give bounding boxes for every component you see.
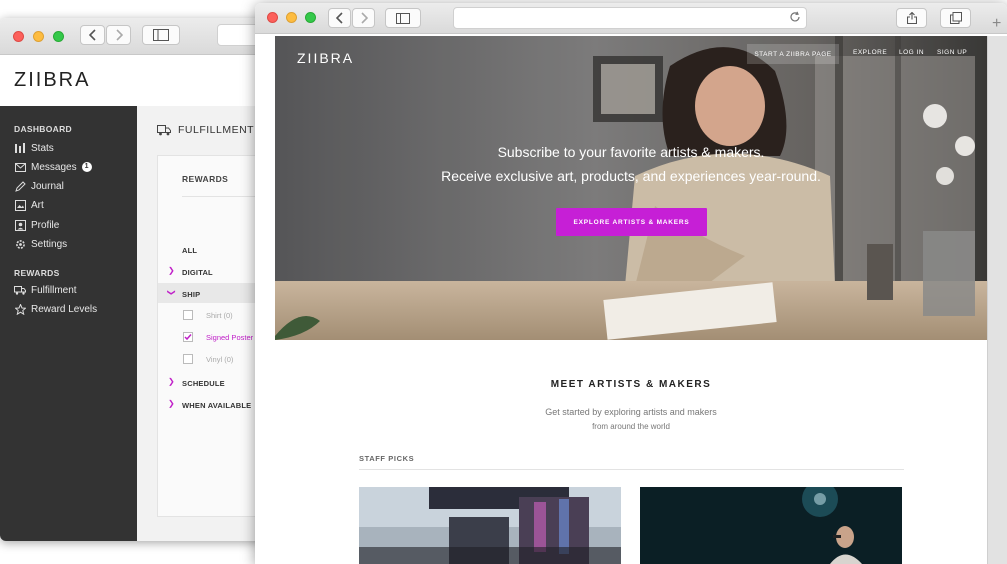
minimize-window-button[interactable]	[286, 12, 297, 23]
sidebar-item-label: Messages	[31, 161, 77, 173]
share-icon	[906, 12, 917, 24]
sidebar-item-reward-levels[interactable]: Reward Levels	[14, 301, 97, 317]
sidebar-toggle-button[interactable]	[142, 25, 180, 45]
sidebar-item-journal[interactable]: Journal	[14, 178, 64, 194]
back-button[interactable]	[328, 8, 351, 28]
sidebar-item-messages[interactable]: Messages 1	[14, 159, 92, 175]
star-icon	[14, 303, 26, 315]
zoom-window-button[interactable]	[305, 12, 316, 23]
journal-icon	[14, 180, 26, 192]
sidebar-item-art[interactable]: Art	[14, 197, 44, 213]
chevron-left-icon	[88, 29, 96, 41]
truck-icon	[157, 124, 171, 136]
sidebar-item-label: Reward Levels	[31, 303, 98, 315]
section-title: MEET ARTISTS & MAKERS	[550, 379, 712, 390]
address-bar[interactable]	[453, 7, 807, 29]
hero-headline-2: Receive exclusive art, products, and exp…	[441, 168, 821, 184]
nav-login-link[interactable]: LOG IN	[899, 49, 924, 56]
ship-item-vinyl: Vinyl (0)	[206, 355, 234, 364]
forward-button[interactable]	[106, 25, 131, 45]
filter-ship[interactable]: SHIP	[182, 290, 200, 299]
back-button[interactable]	[80, 25, 105, 45]
minimize-window-button[interactable]	[33, 31, 44, 42]
site-titlebar	[255, 3, 1007, 34]
sidebar-item-label: Profile	[31, 219, 60, 231]
sidebar-item-settings[interactable]: Settings	[14, 236, 67, 252]
message-count-badge: 1	[81, 162, 92, 172]
dashboard-sidebar: DASHBOARD Stats Messages 1 Journal Art P…	[0, 106, 137, 541]
panel-title: REWARDS	[182, 174, 229, 184]
sidebar-item-label: Fulfillment	[31, 284, 77, 296]
truck-icon	[14, 285, 26, 295]
sidebar-item-stats[interactable]: Stats	[14, 140, 54, 156]
reload-icon[interactable]	[789, 11, 801, 23]
sidebar-item-label: Art	[31, 199, 44, 211]
ship-item-poster: Signed Poster	[206, 333, 254, 342]
settings-icon	[14, 239, 26, 250]
nav-signup-link[interactable]: SIGN UP	[937, 49, 967, 56]
hero-banner: ZIIBRA START A ZIIBRA PAGE EXPLORE LOG I…	[275, 36, 987, 340]
sidebar-icon	[153, 29, 169, 41]
page-title-text: FULFILLMENT	[178, 124, 255, 136]
chevron-down-icon[interactable]: ❯	[167, 289, 176, 296]
sidebar-icon	[396, 12, 410, 24]
chevron-right-icon[interactable]: ❯	[168, 377, 175, 386]
filter-when-available[interactable]: WHEN AVAILABLE	[182, 401, 251, 410]
site-window: + ZIIBRA START A ZIIBRA PAGE EXPLORE LOG…	[255, 3, 1007, 564]
concert-stage-image	[359, 487, 621, 564]
dashboard-logo[interactable]: ZIIBRA	[14, 69, 90, 92]
zoom-window-button[interactable]	[53, 31, 64, 42]
stats-icon	[14, 143, 26, 153]
sidebar-item-label: Settings	[31, 238, 68, 250]
chevron-right-icon[interactable]: ❯	[168, 399, 175, 408]
share-button[interactable]	[896, 8, 927, 28]
sidebar-item-label: Stats	[31, 142, 54, 154]
chevron-right-icon[interactable]: ❯	[168, 266, 175, 275]
tabs-button[interactable]	[940, 8, 971, 28]
checkmark-icon	[184, 334, 192, 341]
art-icon	[14, 199, 26, 211]
chevron-left-icon	[335, 12, 343, 24]
page-title: FULFILLMENT	[157, 124, 254, 136]
sidebar-item-fulfillment[interactable]: Fulfillment	[14, 282, 77, 298]
sidebar-item-label: Journal	[31, 180, 64, 192]
staff-picks-divider	[359, 469, 904, 470]
sidebar-toggle-button[interactable]	[385, 8, 421, 28]
chevron-right-icon	[115, 29, 123, 41]
messages-icon	[14, 162, 26, 172]
plus-icon[interactable]: +	[992, 15, 1001, 33]
filter-schedule[interactable]: SCHEDULE	[182, 379, 225, 388]
hero-headline-1: Subscribe to your favorite artists & mak…	[497, 144, 765, 160]
filter-all[interactable]: ALL	[182, 246, 197, 255]
sidebar-item-profile[interactable]: Profile	[14, 217, 59, 233]
hero-photo	[275, 36, 987, 340]
sidebar-section-dashboard: DASHBOARD	[14, 124, 72, 134]
start-page-button[interactable]: START A ZIIBRA PAGE	[747, 44, 839, 64]
tabs-icon	[949, 12, 962, 24]
staff-picks-heading: STAFF PICKS	[359, 454, 415, 463]
explore-artists-button[interactable]: EXPLORE ARTISTS & MAKERS	[556, 208, 707, 236]
ship-item-shirt: Shirt (0)	[206, 311, 233, 320]
poster-checkbox[interactable]	[183, 332, 193, 342]
staff-pick-card[interactable]	[640, 487, 902, 564]
filter-digital[interactable]: DIGITAL	[182, 268, 213, 277]
close-window-button[interactable]	[267, 12, 278, 23]
sidebar-section-rewards: REWARDS	[14, 268, 60, 278]
forward-button[interactable]	[352, 8, 375, 28]
vinyl-checkbox[interactable]	[183, 354, 193, 364]
site-logo[interactable]: ZIIBRA	[297, 50, 354, 66]
close-window-button[interactable]	[13, 31, 24, 42]
staff-pick-card[interactable]	[359, 487, 621, 564]
side-panel: +	[987, 15, 1007, 564]
shirt-checkbox[interactable]	[183, 310, 193, 320]
section-subtitle-2: from around the world	[592, 422, 670, 431]
chevron-right-icon	[360, 12, 368, 24]
performer-image	[640, 487, 902, 564]
nav-explore-link[interactable]: EXPLORE	[853, 49, 887, 56]
section-subtitle: Get started by exploring artists and mak…	[545, 407, 717, 417]
profile-icon	[14, 219, 26, 231]
